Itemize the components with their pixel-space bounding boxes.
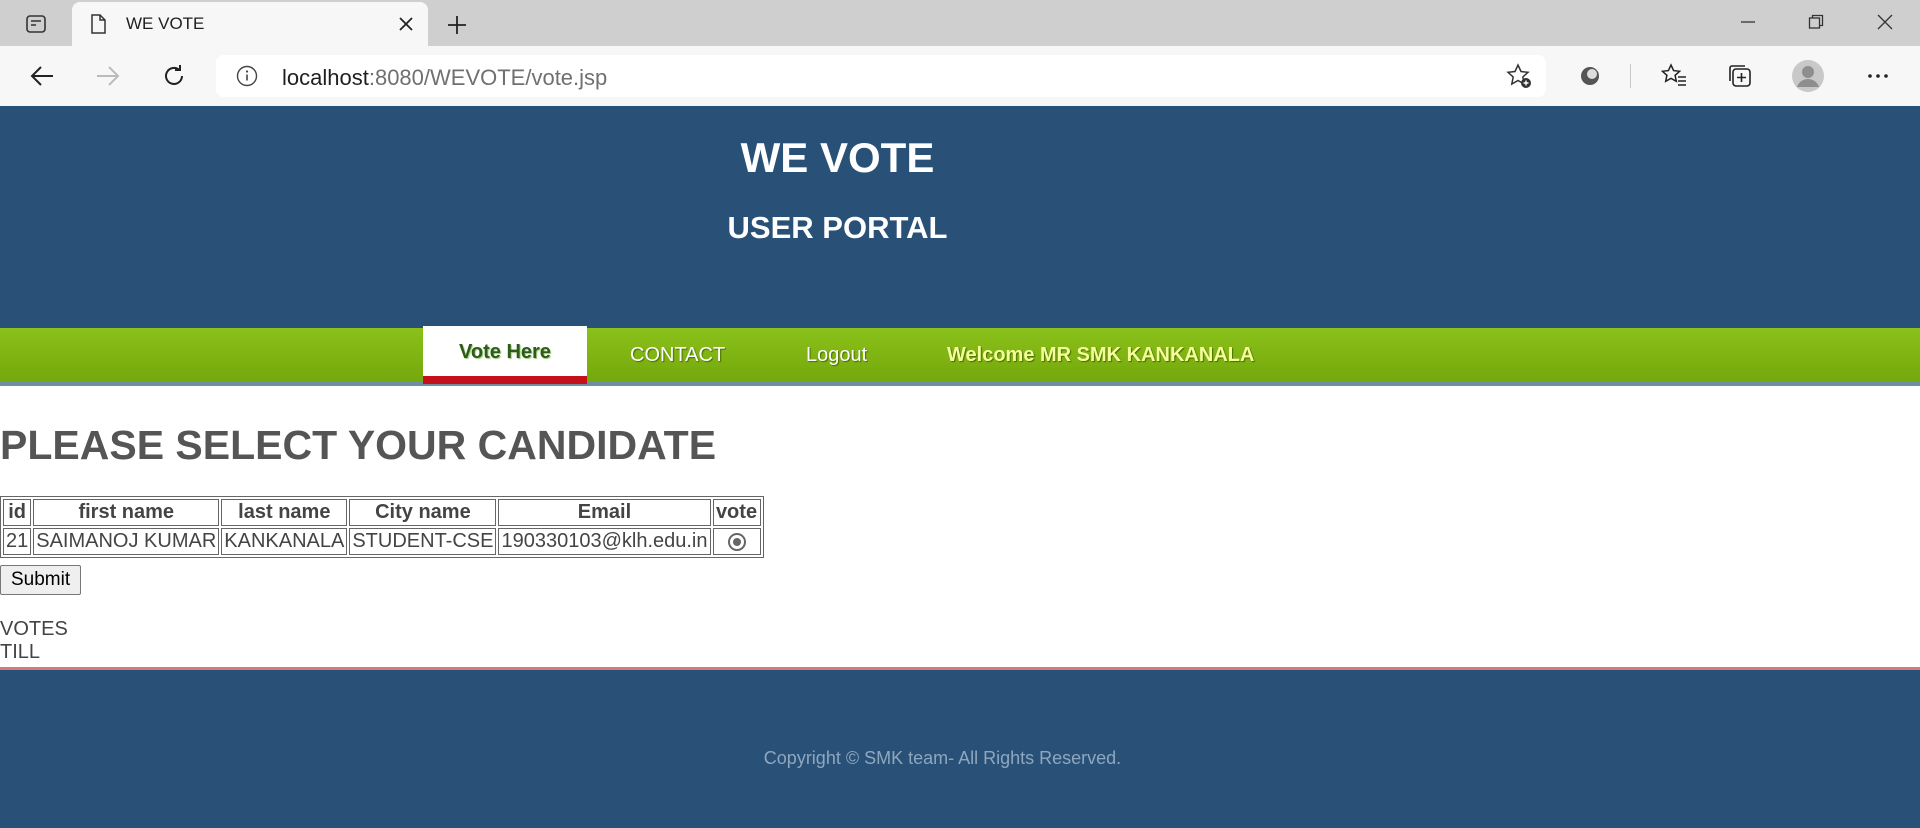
refresh-icon[interactable] bbox=[156, 58, 192, 94]
submit-button[interactable]: Submit bbox=[0, 565, 82, 595]
url-path: :8080/WEVOTE/vote.jsp bbox=[368, 65, 608, 90]
cell-first-name: SAIMANOJ KUMAR bbox=[33, 528, 220, 555]
nav-contact[interactable]: CONTACT bbox=[630, 328, 725, 382]
cell-id: 21 bbox=[3, 528, 32, 555]
tab-title: WE VOTE bbox=[126, 14, 205, 33]
cell-city: STUDENT-CSE bbox=[349, 528, 497, 555]
browser-tab-strip: WE VOTE bbox=[0, 0, 1920, 46]
nav-logout[interactable]: Logout bbox=[806, 328, 867, 382]
address-bar[interactable]: localhost:8080/WEVOTE/vote.jsp bbox=[216, 55, 1546, 97]
url-text: localhost:8080/WEVOTE/vote.jsp bbox=[282, 65, 607, 91]
extension-icon[interactable] bbox=[1574, 60, 1606, 92]
favorites-icon[interactable] bbox=[1658, 60, 1690, 92]
column-header: id bbox=[3, 499, 32, 526]
web-page: WE VOTE USER PORTAL Vote Here CONTACT Lo… bbox=[0, 106, 1920, 828]
column-header: City name bbox=[349, 499, 497, 526]
welcome-message: Welcome MR SMK KANKANALA bbox=[947, 344, 1255, 366]
copyright-text: Copyright © SMK team- All Rights Reserve… bbox=[763, 748, 1122, 768]
table-row: 21 SAIMANOJ KUMAR KANKANALA STUDENT-CSE … bbox=[3, 528, 761, 555]
toolbar-divider bbox=[1630, 64, 1631, 88]
column-header: last name bbox=[221, 499, 348, 526]
site-info-icon[interactable] bbox=[236, 65, 258, 87]
column-header: first name bbox=[33, 499, 220, 526]
add-favorite-icon[interactable] bbox=[1506, 63, 1532, 89]
forward-icon[interactable] bbox=[90, 58, 126, 94]
page-icon bbox=[88, 14, 108, 34]
table-header-row: id first name last name City name Email … bbox=[3, 499, 761, 526]
new-tab-icon[interactable] bbox=[442, 10, 472, 40]
cell-vote bbox=[712, 528, 761, 555]
browser-toolbar: localhost:8080/WEVOTE/vote.jsp bbox=[0, 46, 1920, 106]
cell-last-name: KANKANALA bbox=[221, 528, 348, 555]
profile-avatar-icon[interactable] bbox=[1792, 60, 1824, 92]
minimize-icon[interactable] bbox=[1715, 0, 1781, 44]
close-window-icon[interactable] bbox=[1852, 0, 1918, 44]
page-heading: PLEASE SELECT YOUR CANDIDATE bbox=[0, 422, 717, 468]
close-tab-icon[interactable] bbox=[396, 14, 416, 34]
column-header: vote bbox=[712, 499, 761, 526]
vote-radio[interactable] bbox=[727, 532, 746, 551]
restore-icon[interactable] bbox=[1783, 0, 1849, 44]
column-header: Email bbox=[498, 499, 711, 526]
site-subtitle: USER PORTAL bbox=[727, 210, 948, 245]
more-menu-icon[interactable] bbox=[1862, 60, 1894, 92]
cell-email: 190330103@klh.edu.in bbox=[498, 528, 711, 555]
collections-icon[interactable] bbox=[1724, 60, 1756, 92]
main-nav: Vote Here CONTACT Logout Welcome MR SMK … bbox=[0, 326, 1920, 386]
back-icon[interactable] bbox=[24, 58, 60, 94]
site-title: WE VOTE bbox=[740, 134, 935, 181]
site-header: WE VOTE USER PORTAL bbox=[0, 106, 1920, 328]
nav-vote-here[interactable]: Vote Here bbox=[423, 326, 587, 384]
tab-actions-icon[interactable] bbox=[14, 10, 58, 38]
site-footer: Copyright © SMK team- All Rights Reserve… bbox=[0, 667, 1920, 828]
candidate-table: id first name last name City name Email … bbox=[0, 496, 764, 558]
browser-tab[interactable]: WE VOTE bbox=[72, 2, 428, 46]
url-host: localhost bbox=[282, 65, 369, 90]
